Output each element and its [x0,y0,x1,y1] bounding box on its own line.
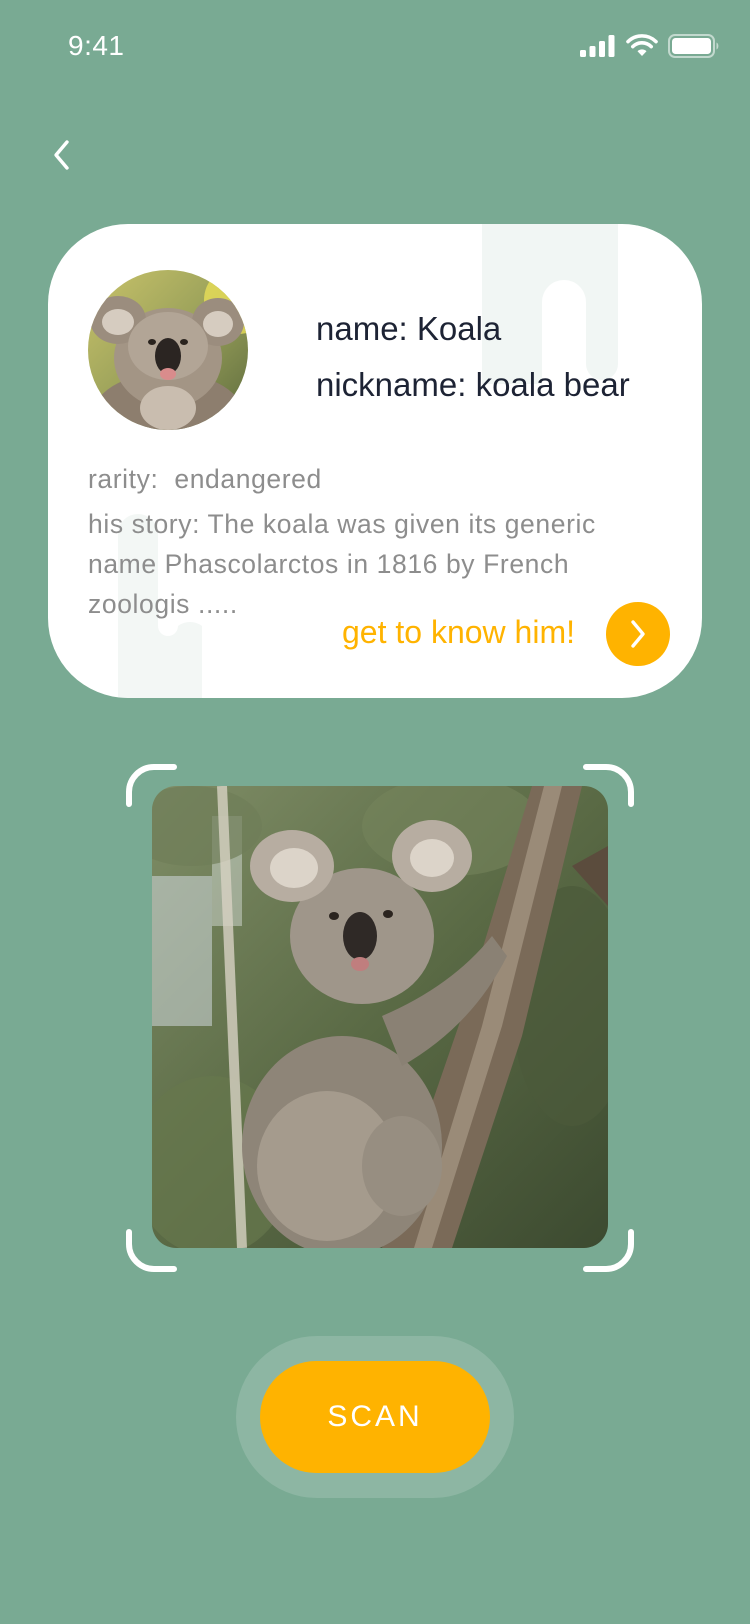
get-to-know-button[interactable] [606,602,670,666]
scan-button[interactable]: SCAN [260,1361,490,1473]
scan-button-ring: SCAN [236,1336,514,1498]
status-bar: 9:41 [0,0,750,96]
animal-rarity: rarity: endangered [88,464,322,494]
card-decoration-top [482,224,618,384]
koala-portrait [88,270,248,430]
battery-icon [668,34,719,58]
get-to-know-link[interactable]: get to know him! [342,614,575,651]
animal-story: his story: The koala was given its gener… [88,509,596,619]
koala-on-tree-photo [152,786,608,1248]
status-time: 9:41 [68,30,125,61]
scan-frame [126,764,634,1272]
back-button[interactable] [36,130,86,180]
animal-nickname: nickname: koala bear [316,366,630,403]
scanned-animal-photo [152,786,608,1248]
wifi-icon [626,34,658,56]
chevron-left-icon [54,140,69,170]
animal-name: name: Koala [316,310,502,347]
chevron-right-icon [631,620,645,648]
status-icons [580,34,720,58]
cellular-signal-icon [580,35,615,57]
animal-avatar [88,270,248,430]
animal-info-card: name: Koala nickname: koala bear rarity:… [48,224,702,698]
